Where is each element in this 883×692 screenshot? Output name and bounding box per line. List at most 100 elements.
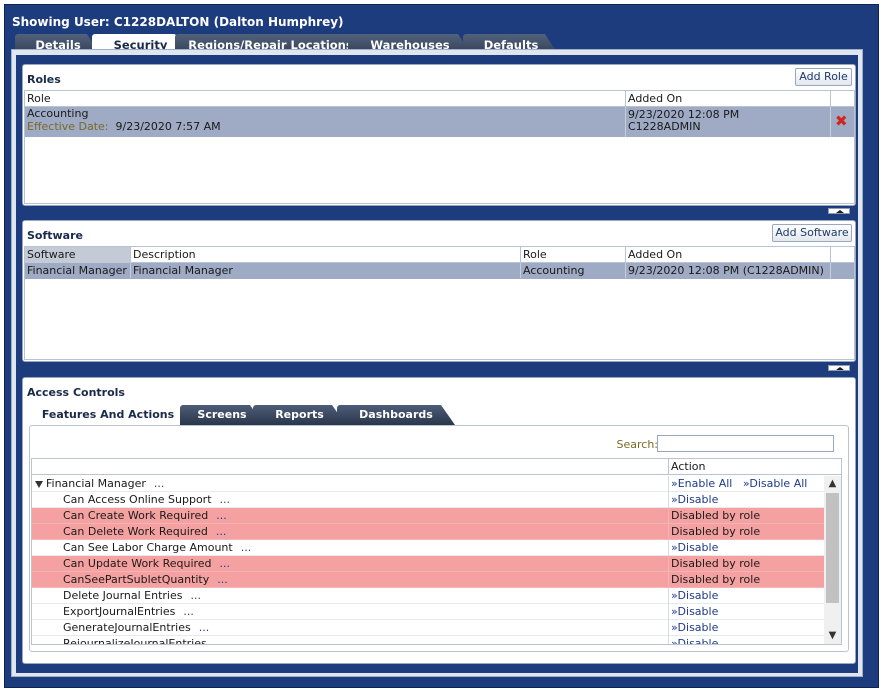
feature-menu-button[interactable]: ... (191, 589, 202, 602)
feature-menu-button[interactable]: ... (217, 573, 228, 586)
disable-link[interactable]: »Disable (671, 621, 718, 634)
feature-name: Can Delete Work Required (63, 525, 208, 538)
feature-row[interactable]: Can Delete Work Required... Disabled by r… (32, 524, 824, 540)
feature-name-cell: GenerateJournalEntries... (63, 620, 209, 635)
feature-row[interactable]: ExportJournalEntries... »Disable (32, 604, 824, 620)
role-cell: Accounting Effective Date: 9/23/2020 7:5… (25, 107, 625, 137)
scroll-up-icon[interactable]: ▲ (824, 476, 841, 492)
feature-name-cell: Can Update Work Required... (63, 556, 230, 571)
disable-all-label: Disable All (749, 477, 808, 490)
disable-link[interactable]: »Disable (671, 637, 719, 645)
column-header-actions (830, 247, 854, 263)
disable-link[interactable]: »Disable (671, 605, 718, 618)
effective-date-value: 9/23/2020 7:57 AM (115, 120, 221, 133)
feature-action-cell: »Disable (668, 636, 824, 645)
page-title: Showing User: C1228DALTON (Dalton Humphr… (12, 15, 344, 29)
roles-splitter-handle[interactable] (828, 208, 850, 214)
disable-label: Disable (677, 637, 719, 645)
column-header-role[interactable]: Role (25, 91, 625, 107)
disabled-by-role-text: Disabled by role (671, 509, 761, 522)
delete-role-icon[interactable]: ✖ (835, 114, 848, 129)
feature-row[interactable]: Can Access Online Support... »Disable (32, 492, 824, 508)
roles-title: Roles (27, 73, 61, 86)
effective-date-label: Effective Date: (27, 120, 109, 133)
feature-menu-button[interactable]: ... (183, 605, 194, 618)
effective-date: Effective Date: 9/23/2020 7:57 AM (27, 120, 625, 133)
feature-menu-button[interactable]: ... (220, 557, 231, 570)
expand-collapse-icon[interactable] (35, 481, 43, 488)
tree-group-row[interactable]: Financial Manager... »Enable All »Disabl… (32, 476, 824, 492)
column-header-added-on[interactable]: Added On (625, 247, 830, 263)
add-role-button[interactable]: Add Role (795, 68, 852, 86)
added-by: C1228ADMIN (628, 120, 701, 133)
feature-menu-button[interactable]: ... (215, 637, 226, 644)
search-input[interactable] (657, 435, 834, 452)
feature-menu-button[interactable]: ... (220, 493, 231, 506)
feature-row[interactable]: Can Update Work Required... Disabled by r… (32, 556, 824, 572)
access-controls-panel: Access Controls Features And Actions Scr… (22, 377, 856, 664)
tab-reports[interactable]: Reports (253, 405, 346, 425)
feature-name: ExportJournalEntries (63, 605, 176, 618)
enable-all-link[interactable]: »Enable All (671, 477, 732, 490)
tree-vertical-scrollbar[interactable]: ▲ ▼ (824, 476, 841, 644)
enable-all-label: Enable All (677, 477, 733, 490)
column-header-action[interactable]: Action (668, 459, 823, 475)
feature-name-cell: Can Create Work Required... (63, 508, 227, 523)
role-cell: Accounting (520, 263, 625, 278)
feature-name: CanSeePartSubletQuantity (63, 573, 210, 586)
feature-row[interactable]: Can See Labor Charge Amount... »Disable (32, 540, 824, 556)
software-title: Software (27, 229, 83, 242)
feature-row[interactable]: CanSeePartSubletQuantity... Disabled by r… (32, 572, 824, 588)
security-content: Roles Add Role Role Added On Accounting … (11, 49, 863, 677)
features-tree-table: Action Financial Manager... »Enable All … (31, 458, 842, 645)
role-name: Accounting (27, 107, 89, 120)
feature-row[interactable]: GenerateJournalEntries... »Disable (32, 620, 824, 636)
disable-link[interactable]: »Disable (671, 493, 718, 506)
feature-menu-button[interactable]: ... (241, 541, 252, 554)
feature-name: RejournalizeJournalEntries (63, 637, 207, 645)
feature-name: Can Create Work Required (63, 509, 209, 522)
feature-menu-button[interactable]: ... (216, 525, 227, 538)
software-cell: Financial Manager (27, 264, 127, 277)
table-row[interactable]: Financial Manager Financial Manager Acco… (25, 263, 854, 279)
scrollbar-thumb[interactable] (826, 493, 839, 603)
column-header-description[interactable]: Description (130, 247, 520, 263)
group-name: Financial Manager (46, 477, 146, 490)
feature-name: Can See Labor Charge Amount (63, 541, 233, 554)
feature-name: Can Update Work Required (63, 557, 212, 570)
disable-all-link[interactable]: »Disable All (743, 477, 808, 490)
feature-menu-button[interactable]: ... (199, 621, 210, 634)
column-header-role[interactable]: Role (520, 247, 625, 263)
security-frame: Roles Add Role Role Added On Accounting … (16, 55, 858, 673)
tab-dashboards[interactable]: Dashboards (337, 405, 455, 425)
disable-link[interactable]: »Disable (671, 541, 718, 554)
scroll-down-icon[interactable]: ▼ (824, 628, 841, 644)
tab-features-and-actions[interactable]: Features And Actions (33, 405, 183, 427)
feature-name-cell: Can See Labor Charge Amount... (63, 540, 251, 555)
feature-name-cell: RejournalizeJournalEntries... (63, 636, 226, 645)
roles-panel: Roles Add Role Role Added On Accounting … (22, 64, 856, 206)
link-arrow-icon: » (671, 477, 678, 490)
group-action-cell: »Enable All »Disable All (668, 476, 824, 492)
disabled-by-role-text: Disabled by role (671, 525, 761, 538)
software-grid: Software Description Role Added On Finan… (24, 246, 855, 360)
feature-row[interactable]: Delete Journal Entries... »Disable (32, 588, 824, 604)
column-header-software[interactable]: Software (25, 247, 130, 263)
feature-row[interactable]: Can Create Work Required... Disabled by r… (32, 508, 824, 524)
feature-name: Delete Journal Entries (63, 589, 183, 602)
features-and-actions-content: Search: Action Financial Manager... »Ena… (29, 425, 849, 652)
disable-label: Disable (677, 621, 719, 634)
software-splitter-handle[interactable] (828, 365, 850, 371)
group-menu-button[interactable]: ... (154, 477, 165, 490)
feature-name-cell: Can Delete Work Required... (63, 524, 226, 539)
feature-menu-button[interactable]: ... (216, 509, 227, 522)
feature-row[interactable]: RejournalizeJournalEntries... »Disable (32, 636, 824, 645)
tab-screens[interactable]: Screens (180, 405, 264, 425)
feature-name-cell: Can Access Online Support... (63, 492, 230, 507)
disable-link[interactable]: »Disable (671, 589, 718, 602)
software-panel: Software Add Software Software Descripti… (22, 220, 856, 362)
table-row[interactable]: Accounting Effective Date: 9/23/2020 7:5… (25, 107, 854, 137)
add-software-button[interactable]: Add Software (772, 224, 852, 242)
column-header-added-on[interactable]: Added On (625, 91, 830, 107)
roles-grid-header: Role Added On (25, 91, 854, 107)
